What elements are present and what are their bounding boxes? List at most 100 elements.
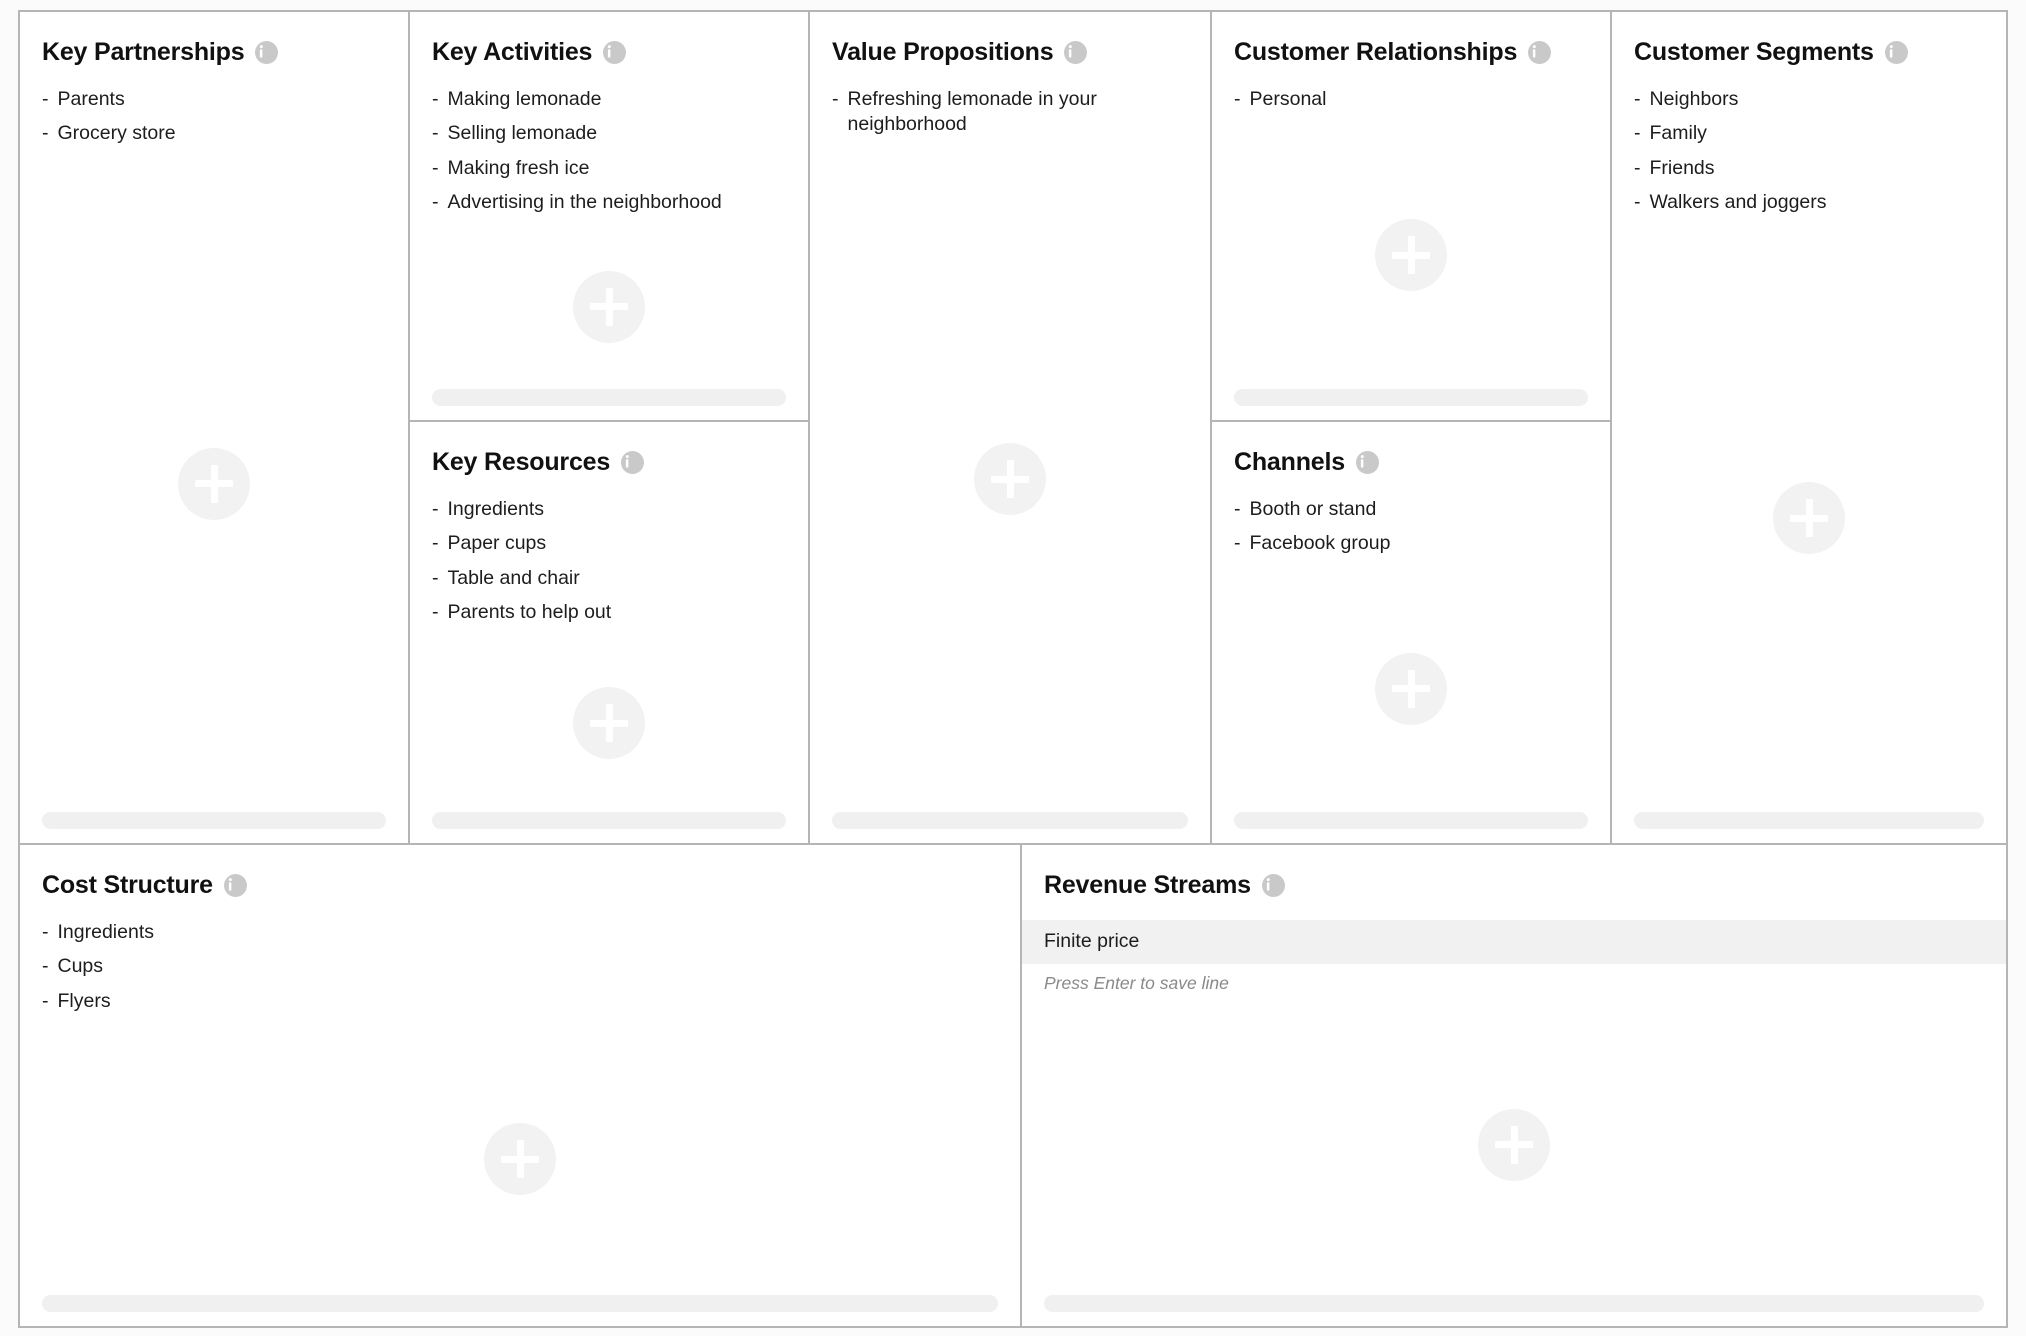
list-item-text: Advertising in the neighborhood (447, 191, 722, 214)
bullet-dash: - (832, 88, 839, 110)
list-item[interactable]: - Advertising in the neighborhood (432, 190, 786, 215)
list-item[interactable]: - Neighbors (1634, 87, 1984, 112)
info-icon[interactable] (1355, 451, 1379, 474)
info-icon[interactable] (1528, 41, 1552, 64)
inline-editor: Finite price Press Enter to save line (1022, 920, 2006, 994)
info-icon[interactable] (255, 41, 279, 64)
block-key-resources[interactable]: Key Resources - Ingredients - Paper cups -… (410, 422, 808, 843)
list-item-text: Parents (57, 88, 125, 110)
horizontal-scrollbar[interactable] (1234, 389, 1588, 406)
horizontal-scrollbar[interactable] (432, 812, 786, 829)
editor-hint: Press Enter to save line (1044, 973, 1229, 993)
list-item[interactable]: - Facebook group (1234, 531, 1588, 556)
column-customer-segments: Customer Segments - Neighbors - Family - Fr… (1612, 12, 2006, 843)
canvas-top-row: Key Partnerships - Parents - Grocery store (20, 12, 2006, 845)
list-item-text: Making fresh ice (447, 156, 590, 179)
add-item-button[interactable] (1478, 1108, 1550, 1181)
block-title: Channels (1234, 448, 1345, 476)
list-item[interactable]: - Cups (42, 954, 998, 979)
add-item-button[interactable] (1375, 219, 1447, 292)
column-cost-structure: Cost Structure - Ingredients - Cups - Flyer… (20, 845, 1022, 1326)
block-customer-relationships[interactable]: Customer Relationships - Personal (1212, 12, 1610, 422)
list-item-text: Paper cups (447, 532, 547, 555)
add-item-button[interactable] (573, 270, 645, 343)
block-header: Revenue Streams (1044, 871, 1984, 900)
add-item-button[interactable] (1375, 652, 1447, 725)
line-input[interactable]: Finite price (1022, 920, 2006, 964)
block-cost-structure[interactable]: Cost Structure - Ingredients - Cups - Flyer… (20, 845, 1020, 1326)
list-item-text: Flyers (57, 989, 111, 1012)
list-item[interactable]: - Parents (42, 87, 386, 112)
bullet-dash: - (432, 156, 439, 179)
add-item-button[interactable] (178, 447, 250, 520)
block-customer-segments[interactable]: Customer Segments - Neighbors - Family - Fr… (1612, 12, 2006, 843)
plus-icon (1495, 1125, 1533, 1164)
plus-icon (501, 1140, 539, 1179)
block-key-activities[interactable]: Key Activities - Making lemonade - Selling… (410, 12, 808, 422)
block-title: Customer Relationships (1234, 38, 1518, 66)
list-item-text: Table and chair (447, 566, 580, 589)
block-items: - Ingredients - Cups - Flyers (42, 920, 998, 1023)
list-item[interactable]: - Making fresh ice (432, 156, 786, 181)
add-item-button[interactable] (1773, 482, 1845, 555)
block-revenue-streams[interactable]: Revenue Streams Finite price Press Enter… (1022, 845, 2006, 1326)
add-button-area (432, 224, 786, 389)
horizontal-scrollbar[interactable] (432, 389, 786, 406)
horizontal-scrollbar[interactable] (1044, 1295, 1984, 1312)
list-item[interactable]: - Making lemonade (432, 87, 786, 112)
list-item[interactable]: - Parents to help out (432, 600, 786, 625)
block-key-partnerships[interactable]: Key Partnerships - Parents - Grocery store (20, 12, 408, 843)
bullet-dash: - (42, 989, 49, 1012)
list-item-text: Booth or stand (1249, 498, 1377, 520)
column-revenue-streams: Revenue Streams Finite price Press Enter… (1022, 845, 2006, 1326)
block-title: Revenue Streams (1044, 871, 1251, 899)
list-item[interactable]: - Paper cups (432, 531, 786, 556)
add-item-button[interactable] (573, 687, 645, 760)
bullet-dash: - (432, 566, 439, 589)
block-header: Channels (1234, 448, 1588, 477)
block-items: - Personal (1234, 87, 1588, 121)
block-items: - Refreshing lemonade in your neighborhoo… (832, 87, 1188, 147)
bullet-dash: - (432, 122, 439, 145)
list-item[interactable]: - Grocery store (42, 121, 386, 146)
list-item[interactable]: - Friends (1634, 156, 1984, 181)
add-button-area (1634, 224, 1984, 812)
info-icon[interactable] (621, 451, 645, 474)
list-item[interactable]: - Ingredients (432, 497, 786, 522)
block-title: Cost Structure (42, 871, 213, 899)
add-item-button[interactable] (974, 443, 1046, 516)
horizontal-scrollbar[interactable] (42, 812, 386, 829)
list-item[interactable]: - Flyers (42, 989, 998, 1014)
add-button-area (432, 634, 786, 812)
list-item-text: Family (1649, 122, 1707, 145)
plus-icon (590, 287, 628, 326)
info-icon[interactable] (603, 41, 627, 64)
add-item-button[interactable] (484, 1123, 556, 1196)
list-item[interactable]: - Booth or stand (1234, 497, 1588, 522)
info-icon[interactable] (223, 874, 247, 897)
list-item-text: Refreshing lemonade in your neighborhood (847, 88, 1097, 136)
bullet-dash: - (42, 122, 49, 145)
info-icon[interactable] (1261, 874, 1285, 897)
horizontal-scrollbar[interactable] (1234, 812, 1588, 829)
list-item[interactable]: - Refreshing lemonade in your neighborhoo… (832, 87, 1188, 138)
horizontal-scrollbar[interactable] (1634, 812, 1984, 829)
list-item[interactable]: - Walkers and joggers (1634, 190, 1984, 215)
info-icon[interactable] (1884, 41, 1908, 64)
list-item[interactable]: - Family (1634, 121, 1984, 146)
list-item[interactable]: - Ingredients (42, 920, 998, 945)
list-item[interactable]: - Selling lemonade (432, 121, 786, 146)
info-icon[interactable] (1064, 41, 1088, 64)
block-title: Key Partnerships (42, 38, 245, 66)
list-item-text: Cups (57, 955, 104, 978)
list-item[interactable]: - Table and chair (432, 566, 786, 591)
list-item[interactable]: - Personal (1234, 87, 1588, 112)
block-value-propositions[interactable]: Value Propositions - Refreshing lemonade … (810, 12, 1210, 843)
add-button-area (832, 147, 1188, 812)
plus-icon (1790, 499, 1828, 538)
block-header: Key Resources (432, 448, 786, 477)
bullet-dash: - (1234, 498, 1241, 520)
horizontal-scrollbar[interactable] (42, 1295, 998, 1312)
horizontal-scrollbar[interactable] (832, 812, 1188, 829)
block-channels[interactable]: Channels - Booth or stand - Facebook group (1212, 422, 1610, 843)
